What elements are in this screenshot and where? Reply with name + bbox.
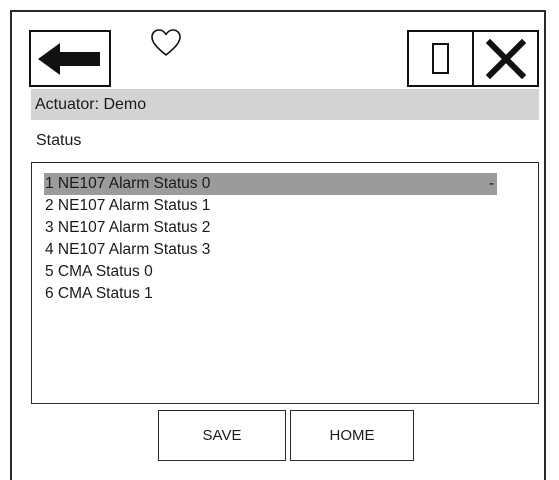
list-item[interactable]: 2 NE107 Alarm Status 1 — [44, 195, 538, 217]
list-item[interactable]: 6 CMA Status 1 — [44, 283, 538, 305]
list-item-value: - — [489, 175, 495, 192]
list-item[interactable]: 5 CMA Status 0 — [44, 261, 538, 283]
list-item-label: 3 NE107 Alarm Status 2 — [45, 219, 211, 236]
save-button[interactable]: SAVE — [158, 410, 286, 461]
actuator-title: Actuator: Demo — [35, 96, 147, 113]
list-item-label: 1 NE107 Alarm Status 0 — [45, 175, 211, 192]
heart-icon[interactable] — [150, 28, 182, 58]
back-button[interactable] — [29, 30, 111, 87]
save-button-label: SAVE — [202, 427, 242, 444]
back-arrow-icon — [38, 42, 100, 75]
window-button[interactable] — [407, 30, 474, 87]
square-icon — [432, 43, 449, 74]
close-button[interactable] — [472, 30, 539, 87]
list-item-label: 6 CMA Status 1 — [45, 285, 153, 302]
actuator-title-bar: Actuator: Demo — [31, 89, 539, 120]
status-list[interactable]: 1 NE107 Alarm Status 0 - 2 NE107 Alarm S… — [31, 162, 539, 404]
list-item-label: 4 NE107 Alarm Status 3 — [45, 241, 211, 258]
list-item[interactable]: 1 NE107 Alarm Status 0 - — [44, 173, 497, 195]
home-button[interactable]: HOME — [290, 410, 414, 461]
list-item-label: 5 CMA Status 0 — [45, 263, 153, 280]
section-title: Status — [36, 132, 82, 149]
list-item[interactable]: 4 NE107 Alarm Status 3 — [44, 239, 538, 261]
list-item-label: 2 NE107 Alarm Status 1 — [45, 197, 211, 214]
close-icon — [485, 38, 526, 79]
home-button-label: HOME — [329, 427, 375, 444]
list-item[interactable]: 3 NE107 Alarm Status 2 — [44, 217, 538, 239]
